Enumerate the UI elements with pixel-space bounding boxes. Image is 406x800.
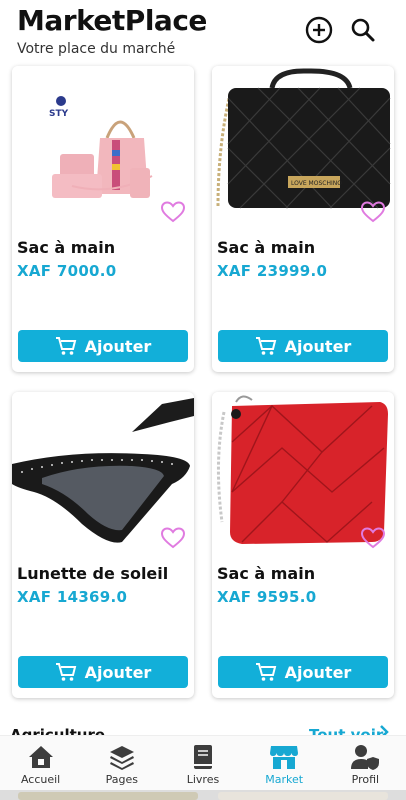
- favorite-heart-icon[interactable]: [160, 200, 186, 224]
- next-section-preview: [0, 790, 406, 800]
- product-price: XAF 7000.0: [17, 262, 117, 280]
- favorite-heart-icon[interactable]: [160, 526, 186, 550]
- add-to-cart-label: Ajouter: [84, 336, 152, 356]
- nav-item-profil[interactable]: Profil: [325, 736, 406, 791]
- plus-circle-icon: [305, 16, 333, 44]
- page-title: MarketPlace: [17, 4, 207, 37]
- book-icon: [193, 745, 212, 769]
- nav-item-pages[interactable]: Pages: [81, 736, 162, 791]
- product-price: XAF 9595.0: [217, 588, 317, 606]
- brand-logo-text: STY: [49, 109, 69, 119]
- search-button[interactable]: [348, 15, 378, 45]
- cart-plus-icon: [255, 337, 276, 355]
- add-to-cart-label: Ajouter: [284, 336, 352, 356]
- app-header: MarketPlace Votre place du marché: [0, 0, 406, 62]
- home-icon: [28, 746, 53, 768]
- favorite-heart-icon[interactable]: [360, 200, 386, 224]
- add-to-cart-button[interactable]: Ajouter: [18, 656, 188, 688]
- add-to-cart-button[interactable]: Ajouter: [18, 330, 188, 362]
- product-name: Sac à main: [17, 238, 116, 257]
- nav-label: Profil: [351, 773, 380, 786]
- nav-item-accueil[interactable]: Accueil: [0, 736, 81, 791]
- product-card[interactable]: Sac à main XAF 9595.0 Ajouter: [212, 392, 394, 698]
- product-name: Sac à main: [217, 238, 316, 257]
- nav-item-market[interactable]: Market: [244, 736, 325, 791]
- add-to-cart-label: Ajouter: [84, 662, 152, 682]
- cart-plus-icon: [55, 337, 76, 355]
- product-card[interactable]: STY Sac à main XAF 7000.0 Ajouter: [12, 66, 194, 372]
- search-icon: [351, 18, 375, 42]
- add-to-cart-button[interactable]: Ajouter: [218, 656, 388, 688]
- product-price: XAF 14369.0: [17, 588, 128, 606]
- product-card[interactable]: LOVE MOSCHINO Sac à main XAF 23999.0 Ajo…: [212, 66, 394, 372]
- nav-label: Market: [265, 773, 304, 786]
- add-button[interactable]: [304, 15, 334, 45]
- bottom-navigation: Accueil Pages Livres Market Profil: [0, 735, 406, 790]
- nav-label: Accueil: [20, 773, 61, 786]
- brand-logo-text: LOVE MOSCHINO: [291, 180, 342, 187]
- preview-card: [18, 792, 198, 800]
- favorite-heart-icon[interactable]: [360, 526, 386, 550]
- product-name: Sac à main: [217, 564, 316, 583]
- preview-card: [218, 792, 388, 800]
- add-to-cart-button[interactable]: Ajouter: [218, 330, 388, 362]
- user-shield-icon: [351, 745, 380, 770]
- nav-item-livres[interactable]: Livres: [162, 736, 243, 791]
- store-icon: [270, 746, 299, 769]
- nav-label: Livres: [186, 773, 220, 786]
- cart-plus-icon: [255, 663, 276, 681]
- cart-plus-icon: [55, 663, 76, 681]
- layers-icon: [109, 746, 134, 770]
- add-to-cart-label: Ajouter: [284, 662, 352, 682]
- page-subtitle: Votre place du marché: [17, 41, 176, 57]
- nav-label: Pages: [105, 773, 138, 786]
- product-card[interactable]: Lunette de soleil XAF 14369.0 Ajouter: [12, 392, 194, 698]
- product-price: XAF 23999.0: [217, 262, 328, 280]
- product-name: Lunette de soleil: [17, 564, 169, 583]
